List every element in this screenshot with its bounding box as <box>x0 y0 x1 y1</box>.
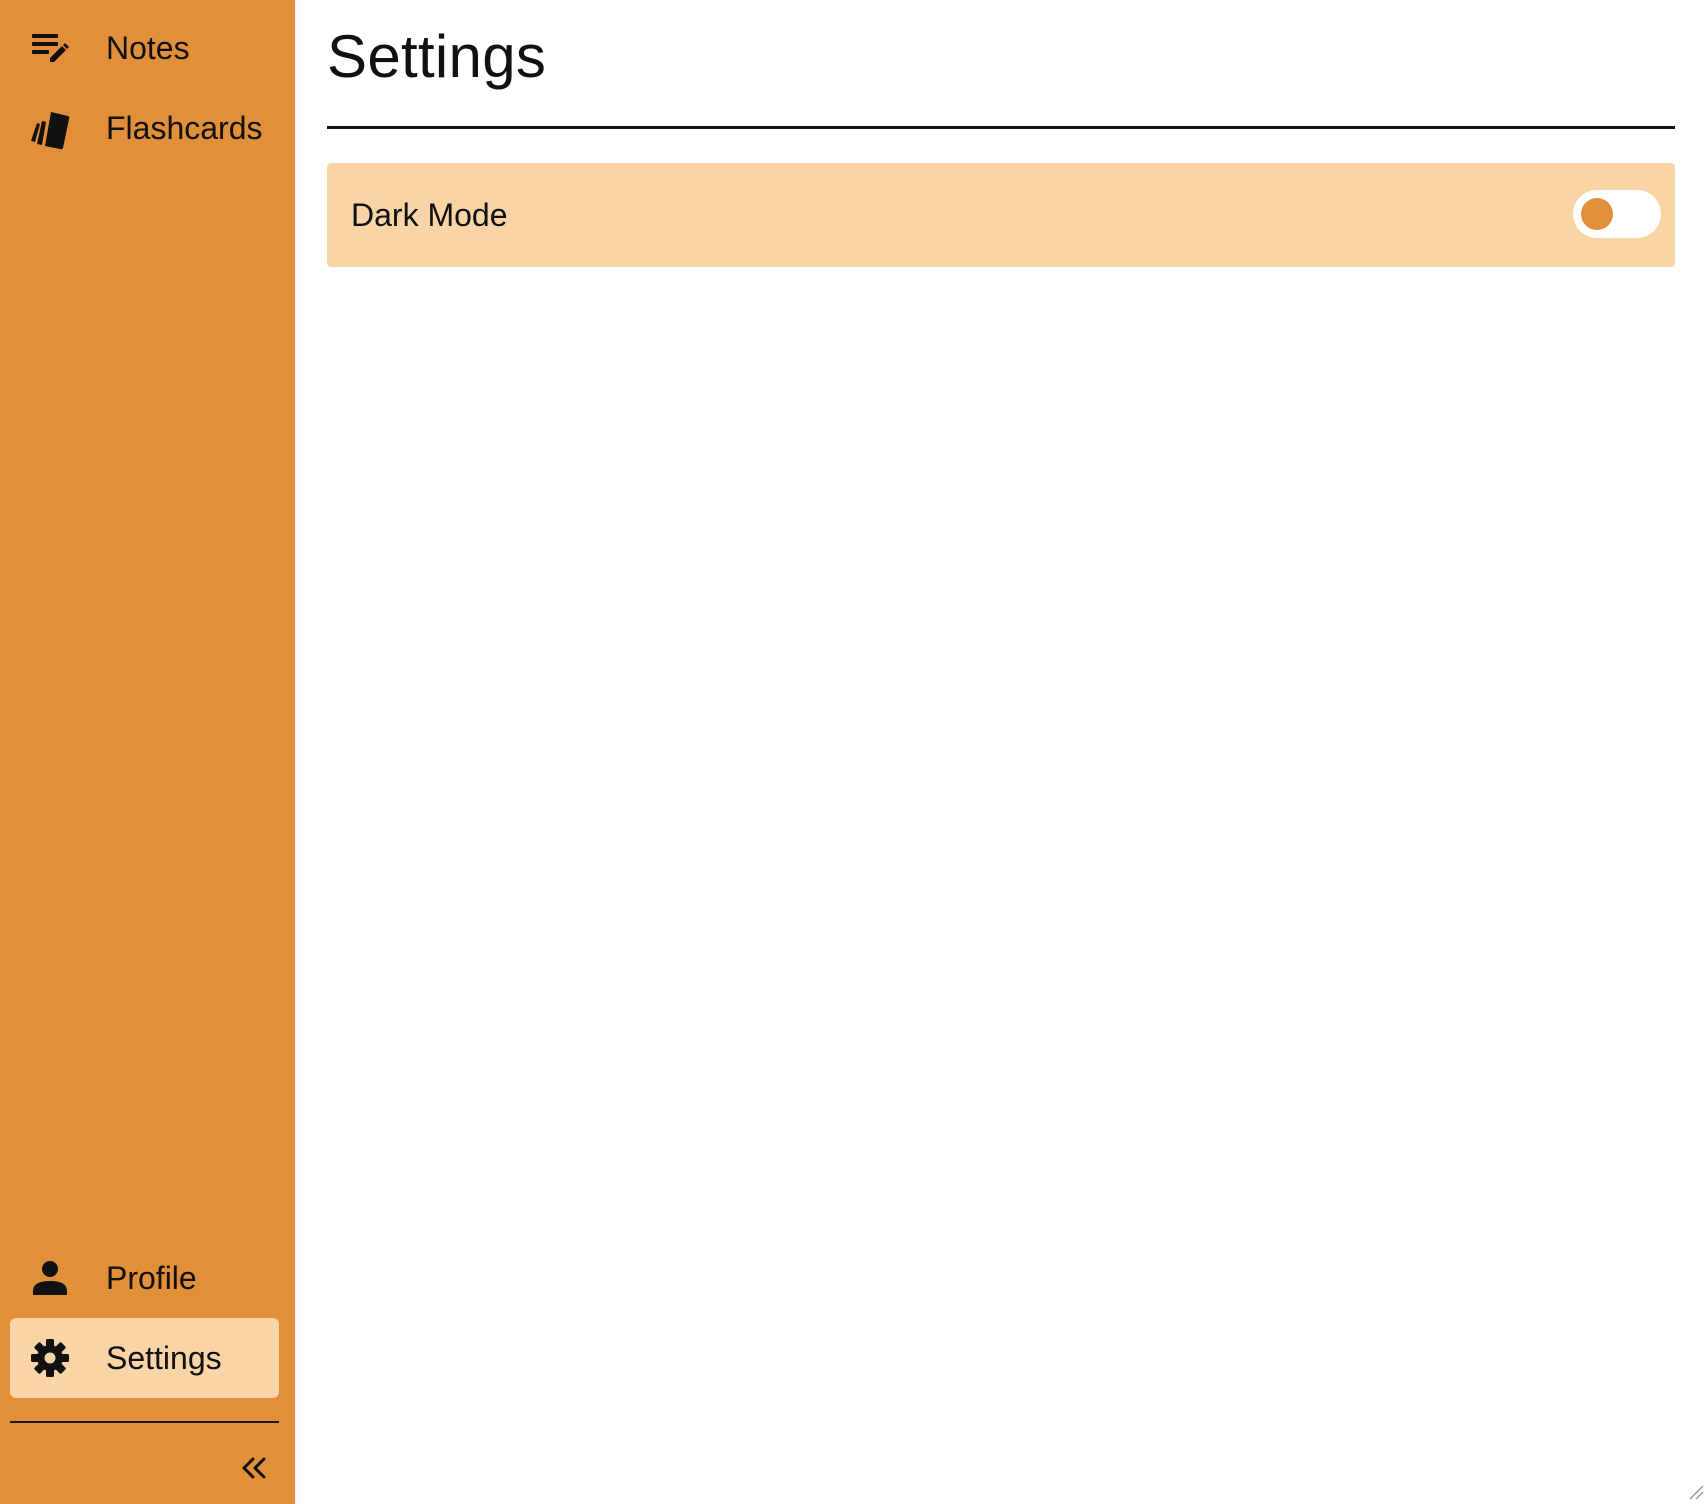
sidebar-divider <box>10 1421 279 1423</box>
collapse-sidebar-button[interactable] <box>236 1452 272 1488</box>
setting-label: Dark Mode <box>351 197 508 233</box>
dark-mode-toggle[interactable] <box>1573 190 1661 238</box>
setting-row-dark-mode: Dark Mode <box>327 163 1675 267</box>
sidebar-item-label: Profile <box>106 1259 197 1296</box>
main-content: Settings Dark Mode <box>295 0 1708 1504</box>
sidebar-item-label: Flashcards <box>106 109 263 146</box>
sidebar-item-label: Settings <box>106 1339 222 1376</box>
title-divider <box>327 126 1675 129</box>
sidebar-item-profile[interactable]: Profile <box>10 1238 279 1318</box>
toggle-knob <box>1581 198 1613 230</box>
app-window: Notes Flashcards Profile Settings Settin… <box>0 0 1708 1504</box>
sidebar-item-label: Notes <box>106 29 190 66</box>
flashcards-icon <box>28 106 72 150</box>
sidebar-item-settings[interactable]: Settings <box>10 1318 279 1398</box>
notes-edit-icon <box>28 26 72 70</box>
person-icon <box>28 1256 72 1300</box>
sidebar-item-notes[interactable]: Notes <box>10 8 279 88</box>
sidebar: Notes Flashcards Profile Settings <box>0 0 295 1504</box>
resize-grip-icon[interactable] <box>1684 1480 1704 1500</box>
page-title: Settings <box>327 23 547 90</box>
sidebar-item-flashcards[interactable]: Flashcards <box>10 88 279 168</box>
double-chevron-left-icon <box>239 1453 269 1488</box>
gear-icon <box>28 1336 72 1380</box>
